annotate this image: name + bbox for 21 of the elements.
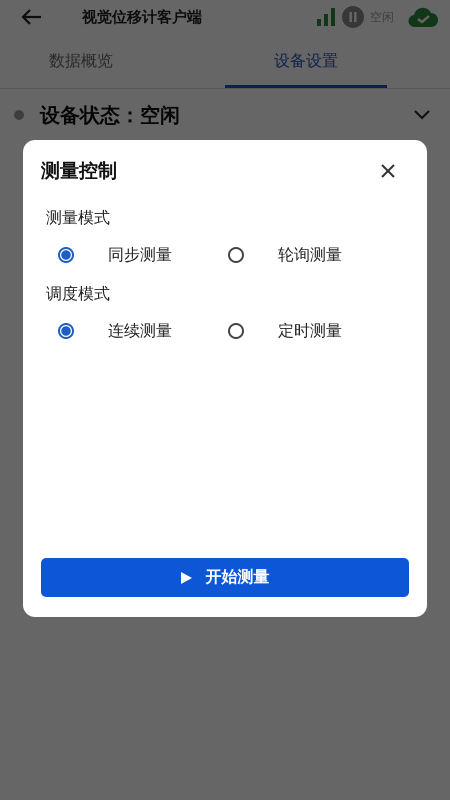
device-status-label: 设备状态：空闲 xyxy=(40,102,181,128)
option-label[interactable]: 定时测量 xyxy=(278,320,342,342)
cloud-check-icon xyxy=(408,7,438,27)
option-label[interactable]: 连续测量 xyxy=(108,320,172,342)
start-button[interactable]: 开始测量 xyxy=(41,558,409,597)
radio-button[interactable] xyxy=(58,247,74,263)
radio-button[interactable] xyxy=(228,323,244,339)
app-title: 视觉位移计客户端 xyxy=(82,8,203,26)
dialog-title: 测量控制 xyxy=(41,159,117,184)
group-label: 测量模式 xyxy=(46,208,111,229)
pause-icon xyxy=(342,6,364,28)
group-label: 调度模式 xyxy=(46,284,111,305)
signal-icon xyxy=(316,8,336,26)
radio-button[interactable] xyxy=(58,323,74,339)
play-icon xyxy=(180,572,192,584)
expand-button[interactable] xyxy=(414,110,430,120)
option-label[interactable]: 轮询测量 xyxy=(278,244,342,266)
status-dot xyxy=(14,110,24,120)
back-button[interactable] xyxy=(20,7,44,27)
option-label[interactable]: 同步测量 xyxy=(108,244,172,266)
radio-button[interactable] xyxy=(228,247,244,263)
